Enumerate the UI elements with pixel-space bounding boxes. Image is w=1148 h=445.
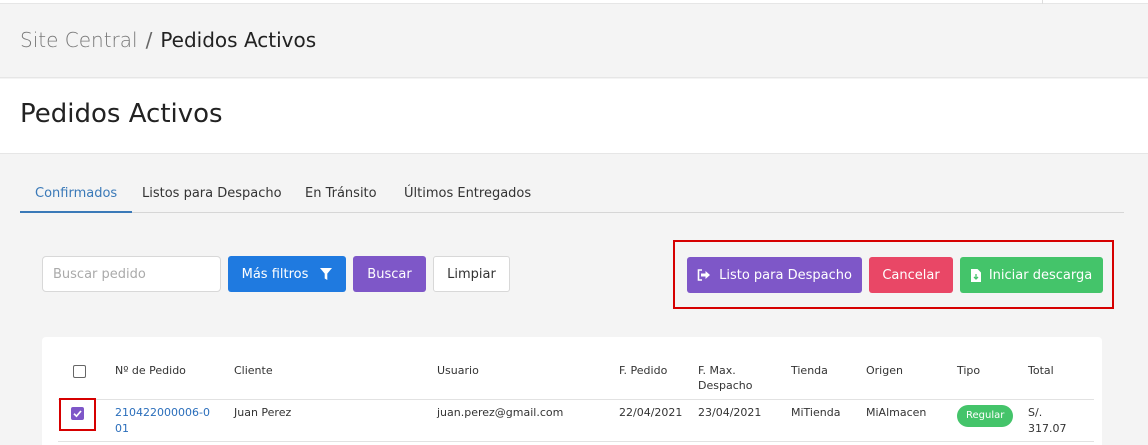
ready-for-dispatch-button[interactable]: Listo para Despacho: [687, 257, 862, 293]
clear-button[interactable]: Limpiar: [433, 256, 510, 292]
header-type: Tipo: [957, 364, 981, 377]
header-client: Cliente: [234, 364, 273, 377]
select-all-checkbox[interactable]: [73, 365, 86, 378]
filter-icon: [320, 267, 333, 281]
row-checkbox[interactable]: [71, 407, 84, 420]
tab-listos-para-despacho[interactable]: Listos para Despacho: [142, 175, 282, 213]
tab-confirmados[interactable]: Confirmados: [20, 175, 133, 213]
orders-table: Nº de Pedido Cliente Usuario F. Pedido F…: [42, 337, 1102, 445]
cell-store: MiTienda: [791, 406, 841, 419]
cancel-button[interactable]: Cancelar: [869, 257, 953, 293]
start-download-label: Iniciar descarga: [988, 267, 1093, 283]
more-filters-label: Más filtros: [241, 266, 309, 282]
search-button[interactable]: Buscar: [353, 256, 426, 292]
header-store: Tienda: [791, 364, 828, 377]
order-number-link[interactable]: 210422000006-001: [115, 405, 210, 437]
sign-out-arrow-icon: [697, 269, 711, 281]
breadcrumb-separator: /: [145, 28, 153, 52]
header-user: Usuario: [437, 364, 479, 377]
order-status-tabs: Confirmados Listos para Despacho En Trán…: [20, 175, 1124, 213]
search-order-input[interactable]: [42, 256, 221, 292]
more-filters-button[interactable]: Más filtros: [228, 256, 346, 292]
file-download-icon: [970, 268, 981, 282]
cell-max-dispatch-date: 23/04/2021: [698, 406, 762, 419]
type-badge: Regular: [957, 405, 1014, 427]
page-title: Pedidos Activos: [20, 99, 223, 129]
cell-client: Juan Perez: [234, 406, 292, 419]
ready-for-dispatch-label: Listo para Despacho: [719, 267, 852, 283]
tab-en-transito[interactable]: En Tránsito: [305, 175, 377, 213]
header-order-date: F. Pedido: [619, 364, 668, 377]
header-order-number: Nº de Pedido: [115, 364, 186, 377]
header-origin: Origen: [866, 364, 903, 377]
breadcrumb-parent-link[interactable]: Site Central: [20, 28, 138, 52]
cell-user: juan.perez@gmail.com: [437, 406, 564, 419]
breadcrumb-bar: Site Central / Pedidos Activos: [0, 4, 1148, 78]
breadcrumb-current: Pedidos Activos: [160, 28, 317, 52]
page-header: Pedidos Activos: [0, 79, 1148, 154]
header-max-dispatch-date: F. Max. Despacho: [698, 364, 753, 392]
cell-total: S/. 317.07: [1028, 406, 1067, 435]
tab-ultimos-entregados[interactable]: Últimos Entregados: [404, 175, 531, 213]
row-divider: [58, 441, 1094, 442]
check-icon: [73, 410, 82, 418]
header-divider: [58, 399, 1094, 400]
cell-origin: MiAlmacen: [866, 406, 927, 419]
cell-order-date: 22/04/2021: [619, 406, 683, 419]
header-total: Total: [1028, 364, 1054, 377]
start-download-button[interactable]: Iniciar descarga: [960, 257, 1103, 293]
breadcrumb: Site Central / Pedidos Activos: [20, 28, 316, 52]
